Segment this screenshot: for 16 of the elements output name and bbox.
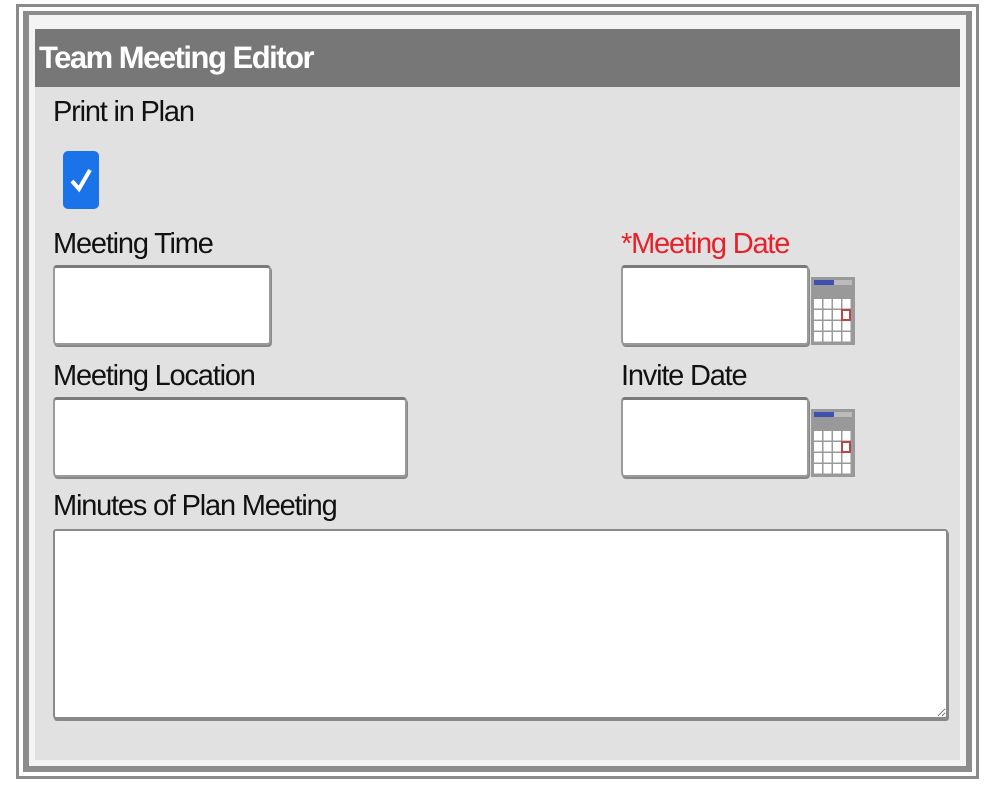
input-field[interactable]: [53, 397, 407, 477]
input-field[interactable]: [53, 265, 271, 345]
field-label: Meeting Location: [53, 359, 255, 394]
field-label: Invite Date: [621, 359, 746, 394]
window-title: Team Meeting Editor: [39, 40, 314, 76]
field-label: Meeting Time: [53, 227, 213, 262]
print-checkbox[interactable]: [63, 151, 99, 209]
required-field-label: *Meeting Date: [621, 227, 790, 262]
date-field[interactable]: [621, 397, 809, 477]
calendar-icon[interactable]: [811, 277, 855, 345]
field-label: Minutes of Plan Meeting: [53, 489, 337, 524]
checkmark-icon: [69, 167, 93, 193]
date-field[interactable]: [621, 265, 809, 345]
calendar-icon[interactable]: [811, 409, 855, 477]
minutes-textarea[interactable]: [53, 529, 948, 719]
field-label: Print in Plan: [53, 95, 194, 130]
